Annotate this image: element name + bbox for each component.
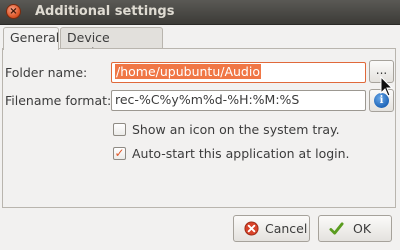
- close-icon[interactable]: ×: [6, 4, 21, 19]
- folder-name-value: /home/upubuntu/Audio: [115, 64, 261, 79]
- tab-general[interactable]: General: [3, 27, 59, 50]
- autostart-label: Auto-start this application at login.: [132, 146, 350, 161]
- ok-button-label: OK: [353, 221, 372, 236]
- filename-format-label: Filename format:: [5, 93, 112, 108]
- cancel-button[interactable]: Cancel: [233, 215, 310, 242]
- show-icon-checkbox[interactable]: [113, 123, 126, 136]
- window-title: Additional settings: [35, 4, 175, 19]
- show-icon-label: Show an icon on the system tray.: [132, 122, 340, 137]
- cancel-icon: [244, 221, 259, 236]
- dialog-window: × Additional settings General Device set…: [0, 0, 400, 250]
- mouse-pointer-icon: [380, 76, 394, 97]
- folder-name-label: Folder name:: [5, 65, 88, 80]
- folder-name-input[interactable]: /home/upubuntu/Audio: [111, 62, 366, 83]
- tab-device-settings[interactable]: Device settings: [60, 27, 163, 60]
- title-bar: × Additional settings: [0, 0, 400, 25]
- checkmark-icon: [329, 222, 344, 235]
- filename-format-input[interactable]: rec-%C%y%m%d-%H:%M:%S: [111, 90, 366, 111]
- cancel-button-label: Cancel: [265, 221, 308, 236]
- autostart-checkbox[interactable]: ✓: [113, 147, 126, 160]
- ok-button[interactable]: OK: [318, 215, 392, 242]
